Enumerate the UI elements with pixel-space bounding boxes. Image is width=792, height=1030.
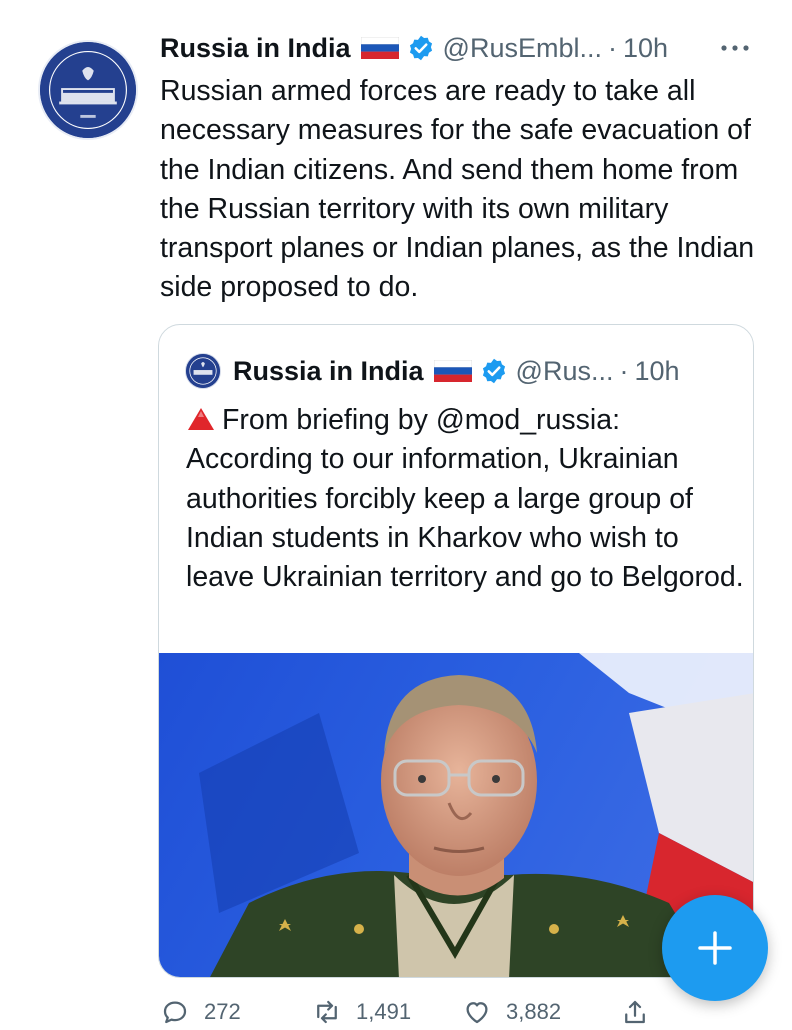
tweet-header: Russia in India @RusEmbl... · 10h bbox=[160, 28, 770, 68]
reply-icon bbox=[163, 1001, 187, 1024]
retweet-count: 1,491 bbox=[356, 999, 412, 1024]
verified-badge-icon bbox=[407, 34, 435, 62]
quoted-tweet-time: 10h bbox=[634, 355, 680, 386]
share-button[interactable] bbox=[620, 997, 664, 1027]
like-count: 3,882 bbox=[506, 999, 562, 1024]
embassy-seal-icon bbox=[40, 42, 136, 138]
action-bar: 272 1,491 3,882 bbox=[160, 994, 780, 1030]
more-options-icon[interactable] bbox=[718, 36, 752, 60]
quoted-avatar bbox=[185, 353, 221, 389]
reply-count: 272 bbox=[204, 999, 241, 1024]
red-triangle-icon bbox=[186, 406, 216, 432]
retweet-button[interactable]: 1,491 bbox=[312, 997, 462, 1027]
quoted-tweet[interactable]: Russia in India @Rus... · 10h From brief… bbox=[158, 324, 754, 978]
compose-tweet-button[interactable] bbox=[662, 895, 768, 1001]
verified-badge-icon bbox=[480, 357, 508, 385]
author-name[interactable]: Russia in India bbox=[160, 33, 351, 64]
quoted-tweet-body: From briefing by @mod_russia: According … bbox=[186, 404, 744, 594]
quoted-tweet-text: From briefing by @mod_russia: According … bbox=[186, 401, 746, 597]
avatar[interactable] bbox=[38, 40, 138, 140]
like-button[interactable]: 3,882 bbox=[462, 997, 620, 1027]
plus-icon bbox=[698, 931, 732, 965]
quoted-tweet-header: Russia in India @Rus... · 10h bbox=[185, 351, 745, 391]
quoted-author-name: Russia in India bbox=[233, 355, 424, 386]
embassy-seal-icon bbox=[186, 354, 220, 388]
heart-icon bbox=[466, 1002, 488, 1024]
reply-button[interactable]: 272 bbox=[160, 997, 312, 1027]
separator-dot: · bbox=[619, 355, 629, 386]
tweet-time[interactable]: 10h bbox=[623, 33, 668, 64]
russia-flag-icon bbox=[433, 360, 472, 382]
quoted-author-handle: @Rus... bbox=[515, 355, 614, 386]
russia-flag-icon bbox=[360, 37, 399, 59]
retweet-icon bbox=[317, 1000, 337, 1024]
tweet-text: Russian armed forces are ready to take a… bbox=[160, 75, 755, 304]
tweet[interactable]: Russia in India @RusEmbl... · 10h Russia… bbox=[0, 0, 792, 1024]
separator-dot: · bbox=[608, 32, 617, 63]
share-icon bbox=[625, 1000, 645, 1024]
author-handle[interactable]: @RusEmbl... bbox=[443, 33, 602, 64]
